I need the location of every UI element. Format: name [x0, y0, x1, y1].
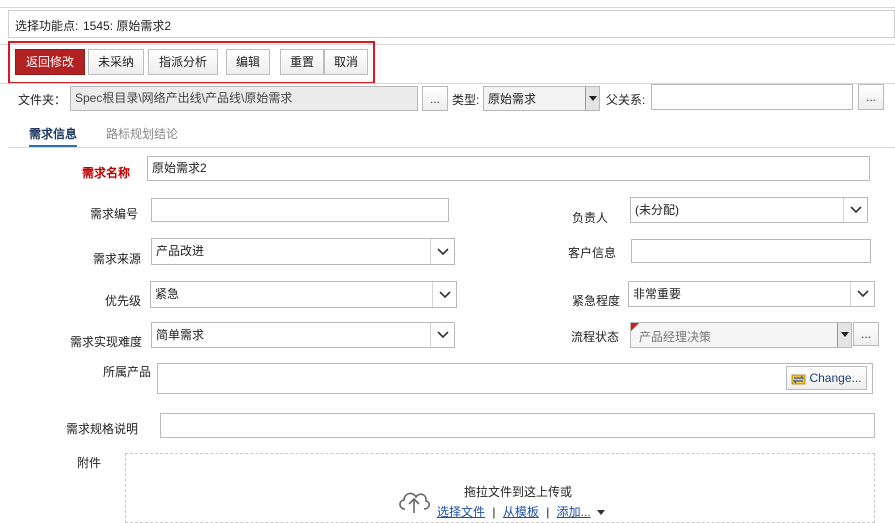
- separator: |: [492, 505, 496, 519]
- caret-down-icon[interactable]: [597, 510, 606, 516]
- product-input[interactable]: [157, 363, 873, 394]
- product-label: 所属产品: [103, 365, 152, 379]
- parent-input[interactable]: [651, 84, 853, 110]
- req-source-select[interactable]: 产品改进: [151, 238, 455, 265]
- add-link[interactable]: 添加...: [557, 505, 591, 519]
- priority-select[interactable]: 紧急: [150, 281, 457, 308]
- difficulty-select-value: 简单需求: [156, 328, 205, 342]
- tabs-divider: [8, 147, 895, 148]
- drop-instruction-text: 拖拉文件到这上传或: [464, 485, 573, 499]
- folder-input[interactable]: Spec根目录\网络产出线\产品线\原始需求: [70, 86, 418, 111]
- return-edit-button[interactable]: 返回修改: [15, 49, 85, 75]
- spec-desc-input[interactable]: [160, 413, 875, 438]
- attachment-actions: 选择文件 | 从模板 | 添加...: [437, 503, 606, 520]
- req-source-label: 需求来源: [93, 252, 142, 266]
- customer-info-input[interactable]: [631, 239, 871, 263]
- choose-file-link[interactable]: 选择文件: [437, 505, 485, 519]
- flow-status-label: 流程状态: [571, 330, 620, 344]
- priority-select-value: 紧急: [155, 287, 180, 301]
- tab-roadmap-conclusion[interactable]: 路标规划结论: [106, 125, 178, 142]
- reset-button[interactable]: 重置: [280, 49, 324, 75]
- priority-label: 优先级: [105, 294, 142, 308]
- required-marker-icon: [631, 323, 639, 331]
- req-number-label: 需求编号: [90, 207, 139, 221]
- attachment-label: 附件: [77, 456, 102, 470]
- assign-analysis-button[interactable]: 指派分析: [148, 49, 218, 75]
- parent-browse-button[interactable]: ...: [858, 84, 884, 110]
- urgency-label: 紧急程度: [572, 294, 621, 308]
- product-change-button[interactable]: Change...: [786, 366, 867, 390]
- req-source-select-value: 产品改进: [156, 244, 205, 258]
- from-template-link[interactable]: 从模板: [503, 505, 539, 519]
- function-point-value: 1545: 原始需求2: [83, 19, 172, 33]
- parent-label: 父关系:: [606, 93, 646, 107]
- difficulty-select[interactable]: 简单需求: [151, 322, 455, 348]
- type-select-value: 原始需求: [488, 92, 537, 106]
- spec-desc-label: 需求规格说明: [66, 422, 139, 436]
- owner-select-value: (未分配): [635, 203, 679, 217]
- req-number-input[interactable]: [151, 198, 449, 222]
- edit-button[interactable]: 编辑: [226, 49, 270, 75]
- not-adopted-button[interactable]: 未采纳: [88, 49, 144, 75]
- difficulty-label: 需求实现难度: [70, 335, 143, 349]
- attachment-dropzone[interactable]: 拖拉文件到这上传或 选择文件 | 从模板 | 添加...: [125, 453, 875, 523]
- flow-status-value: 产品经理决策: [639, 330, 712, 344]
- change-icon: [792, 374, 806, 385]
- owner-select[interactable]: (未分配): [630, 197, 868, 223]
- urgency-select-value: 非常重要: [633, 287, 682, 301]
- chevron-down-icon[interactable]: [432, 282, 456, 307]
- owner-label: 负责人: [572, 211, 609, 225]
- customer-info-label: 客户信息: [568, 246, 617, 260]
- cloud-upload-icon: [399, 492, 430, 513]
- separator: |: [546, 505, 550, 519]
- chevron-down-icon[interactable]: [430, 323, 454, 347]
- dropdown-arrow-icon[interactable]: [837, 323, 851, 347]
- req-name-input[interactable]: 原始需求2: [147, 156, 870, 181]
- folder-label: 文件夹：: [18, 93, 67, 107]
- folder-browse-button[interactable]: ...: [422, 86, 448, 111]
- chevron-down-icon[interactable]: [430, 239, 454, 264]
- function-point-label: 选择功能点:: [15, 19, 79, 33]
- flow-status-browse-button[interactable]: ...: [853, 322, 879, 346]
- flow-status-select[interactable]: 产品经理决策: [630, 322, 852, 348]
- cancel-button[interactable]: 取消: [324, 49, 368, 75]
- chevron-down-icon[interactable]: [850, 282, 874, 306]
- dropdown-arrow-icon[interactable]: [585, 87, 599, 110]
- req-name-label: 需求名称: [82, 166, 131, 180]
- chevron-down-icon[interactable]: [843, 198, 867, 222]
- type-label: 类型:: [452, 93, 480, 107]
- tab-requirement-info[interactable]: 需求信息: [29, 125, 77, 142]
- function-point-field[interactable]: 选择功能点: 1545: 原始需求2: [8, 10, 895, 38]
- change-button-label: Change...: [809, 371, 862, 385]
- top-strip: [0, 0, 895, 8]
- type-select[interactable]: 原始需求: [483, 86, 600, 111]
- urgency-select[interactable]: 非常重要: [628, 281, 875, 307]
